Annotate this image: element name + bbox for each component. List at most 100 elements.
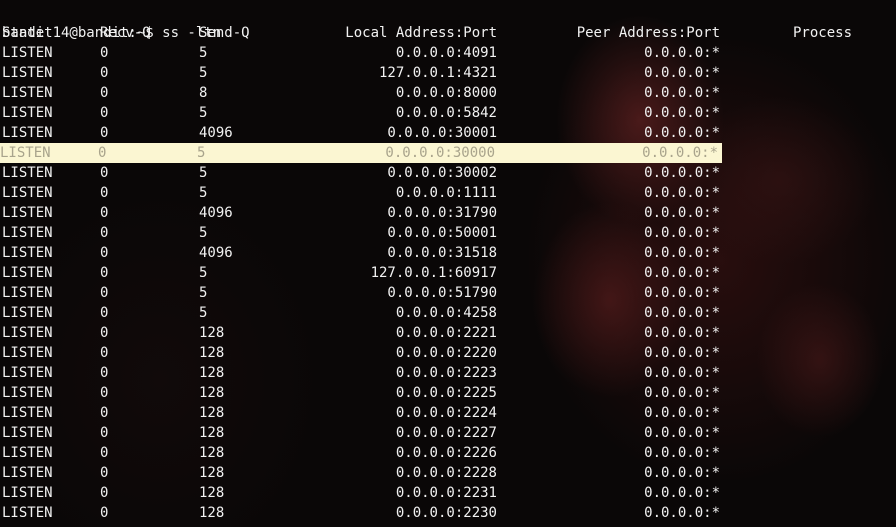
cell-send: 5 [199,185,208,201]
cell-send: 128 [199,405,225,421]
cell-recv: 0 [100,465,109,481]
cell-state: LISTEN [2,505,53,521]
cell-send: 128 [199,325,225,341]
cell-recv: 0 [100,105,109,121]
table-row: LISTEN 0 5 0.0.0.0:4258 0.0.0.0:* [2,303,896,323]
cell-local: 0.0.0.0:1111 [395,185,497,201]
command-prompt: bandit14@bandit:~$ ss -ltn [2,3,896,41]
table-row: LISTEN 0 128 0.0.0.0:2227 0.0.0.0:* [2,423,896,443]
cell-recv: 0 [100,125,109,141]
cell-local: 0.0.0.0:50001 [387,225,497,241]
cell-local: 0.0.0.0:8000 [395,85,497,101]
cell-send: 4096 [199,245,233,261]
table-row: LISTEN 0 128 0.0.0.0:2228 0.0.0.0:* [2,463,896,483]
cell-local: 0.0.0.0:30002 [387,165,497,181]
cell-peer: 0.0.0.0:* [644,185,720,201]
cell-local: 0.0.0.0:31518 [387,245,497,261]
cell-local: 0.0.0.0:51790 [387,285,497,301]
cell-send: 5 [199,165,208,181]
cell-state: LISTEN [2,425,53,441]
cell-recv: 0 [100,85,109,101]
cell-local: 0.0.0.0:2220 [395,345,497,361]
cell-recv: 0 [100,165,109,181]
cell-local: 0.0.0.0:30000 [385,145,495,161]
cell-state: LISTEN [2,285,53,301]
table-row: LISTEN 0 5 0.0.0.0:5842 0.0.0.0:* [2,103,896,123]
cell-peer: 0.0.0.0:* [644,285,720,301]
cell-recv: 0 [100,285,109,301]
header-process: Process [793,25,853,41]
terminal-output[interactable]: bandit14@bandit:~$ ss -ltn State Recv-Q … [0,3,896,523]
cell-local: 0.0.0.0:2228 [395,465,497,481]
cell-state: LISTEN [2,245,53,261]
cell-local: 0.0.0.0:2226 [395,445,497,461]
table-row: LISTEN 0 5 0.0.0.0:4091 0.0.0.0:* [2,43,896,63]
table-row: LISTEN 0 128 0.0.0.0:2225 0.0.0.0:* [2,383,896,403]
cell-state: LISTEN [2,265,53,281]
cell-local: 0.0.0.0:2230 [395,505,497,521]
cell-peer: 0.0.0.0:* [644,45,720,61]
cell-peer: 0.0.0.0:* [644,425,720,441]
cell-peer: 0.0.0.0:* [644,365,720,381]
cell-send: 128 [199,445,225,461]
cell-local: 0.0.0.0:4091 [395,45,497,61]
table-row: LISTEN 0 5 0.0.0.0:50001 0.0.0.0:* [2,223,896,243]
cell-recv: 0 [100,385,109,401]
cell-local: 0.0.0.0:4258 [395,305,497,321]
cell-local: 0.0.0.0:2224 [395,405,497,421]
cell-state: LISTEN [2,205,53,221]
socket-list: LISTEN 0 5 0.0.0.0:4091 0.0.0.0:* LISTEN 0 5 127… [0,43,896,523]
cell-state: LISTEN [2,225,53,241]
cell-send: 5 [197,145,206,161]
cell-local: 0.0.0.0:2231 [395,485,497,501]
cell-state: LISTEN [2,305,53,321]
cell-peer: 0.0.0.0:* [644,405,720,421]
cell-peer: 0.0.0.0:* [644,265,720,281]
cell-local: 0.0.0.0:31790 [387,205,497,221]
header-recv-q: Recv-Q [100,25,151,41]
table-row: LISTEN 0 128 0.0.0.0:2230 0.0.0.0:* [2,503,896,523]
table-header: State Recv-Q Send-Q Local Address:Port P… [2,23,896,43]
table-row: LISTEN 0 128 0.0.0.0:2224 0.0.0.0:* [2,403,896,423]
cell-state: LISTEN [2,325,53,341]
cell-send: 5 [199,105,208,121]
cell-state: LISTEN [2,345,53,361]
table-row: LISTEN 0 8 0.0.0.0:8000 0.0.0.0:* [2,83,896,103]
cell-state: LISTEN [2,165,53,181]
cell-send: 4096 [199,205,233,221]
table-row: LISTEN 0 5 127.0.0.1:4321 0.0.0.0:* [2,63,896,83]
cell-state: LISTEN [2,365,53,381]
table-row: LISTEN 0 5 0.0.0.0:30002 0.0.0.0:* [2,163,896,183]
cell-state: LISTEN [2,185,53,201]
cell-state: LISTEN [2,125,53,141]
cell-local: 0.0.0.0:30001 [387,125,497,141]
cell-recv: 0 [100,365,109,381]
cell-peer: 0.0.0.0:* [644,125,720,141]
table-row: LISTEN 0 4096 0.0.0.0:30001 0.0.0.0:* [2,123,896,143]
cell-send: 5 [199,265,208,281]
table-row: LISTEN 0 128 0.0.0.0:2231 0.0.0.0:* [2,483,896,503]
cell-state: LISTEN [2,405,53,421]
cell-peer: 0.0.0.0:* [644,105,720,121]
cell-peer: 0.0.0.0:* [644,225,720,241]
cell-send: 4096 [199,125,233,141]
cell-send: 5 [199,65,208,81]
cell-peer: 0.0.0.0:* [644,345,720,361]
cell-recv: 0 [100,45,109,61]
cell-send: 5 [199,225,208,241]
cell-local: 0.0.0.0:2225 [395,385,497,401]
cell-recv: 0 [100,325,109,341]
cell-recv: 0 [100,225,109,241]
cell-peer: 0.0.0.0:* [644,165,720,181]
cell-state: LISTEN [0,145,51,161]
table-row: LISTEN 0 128 0.0.0.0:2220 0.0.0.0:* [2,343,896,363]
cell-local: 0.0.0.0:2223 [395,365,497,381]
cell-state: LISTEN [2,385,53,401]
cell-send: 128 [199,385,225,401]
table-row: LISTEN 0 5 0.0.0.0:51790 0.0.0.0:* [2,283,896,303]
cell-peer: 0.0.0.0:* [644,465,720,481]
cell-send: 128 [199,465,225,481]
cell-state: LISTEN [2,85,53,101]
header-peer-address: Peer Address:Port [576,25,720,41]
table-row: LISTEN 0 4096 0.0.0.0:31518 0.0.0.0:* [2,243,896,263]
